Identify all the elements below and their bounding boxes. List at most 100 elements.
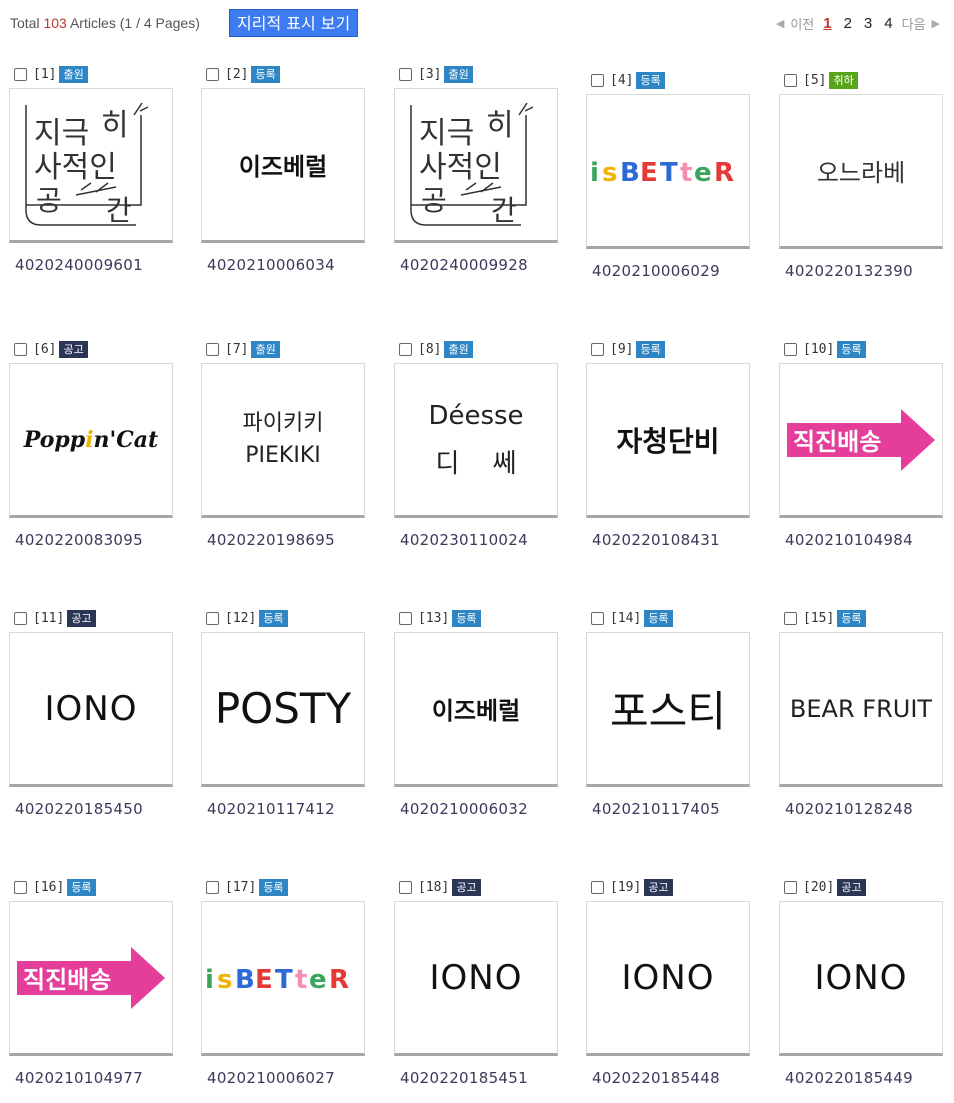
application-number-link[interactable]: 4020210006034 (201, 256, 367, 274)
page-link-1[interactable]: 1 (820, 15, 834, 32)
application-number-link[interactable]: 4020210117412 (201, 800, 367, 818)
total-prefix: Total (10, 15, 44, 31)
trademark-image[interactable]: IONO (586, 901, 750, 1056)
prev-arrow-icon[interactable]: ◀ (776, 17, 784, 30)
select-checkbox[interactable] (399, 342, 412, 356)
select-checkbox[interactable] (784, 73, 797, 87)
trademark-card[interactable]: [4] 등록 i s B E Tt e R 4020210006029 (586, 69, 752, 280)
application-number-link[interactable]: 4020210104977 (9, 1069, 175, 1087)
next-page-link[interactable]: 다음 (902, 14, 926, 33)
page-link-3[interactable]: 3 (861, 15, 875, 32)
application-number-link[interactable]: 4020210006027 (201, 1069, 367, 1087)
application-number-link[interactable]: 4020220108431 (586, 531, 752, 549)
trademark-card[interactable]: [10] 등록 직진배송 4020210104984 (779, 338, 945, 549)
trademark-image[interactable]: isBETteR (201, 901, 365, 1056)
trademark-image[interactable]: 포스티 (586, 632, 750, 787)
trademark-card[interactable]: [17] 등록 i s B E Tt e R 4020210006027 (201, 876, 367, 1087)
trademark-image[interactable]: Poppin'Cat (9, 363, 173, 518)
geo-indication-button[interactable]: 지리적 표시 보기 (229, 9, 359, 37)
item-index: [12] (225, 610, 257, 626)
application-number-link[interactable]: 4020240009601 (9, 256, 175, 274)
trademark-image[interactable]: 이즈베럴 (394, 632, 558, 787)
application-number-link[interactable]: 4020220132390 (779, 262, 945, 280)
svg-text:사적인: 사적인 (419, 150, 502, 185)
trademark-card[interactable]: [3] 출원 지극 히 사적인 공 간 4020240009928 (394, 63, 560, 274)
trademark-card[interactable]: [13] 등록 이즈베럴 4020210006032 (394, 607, 560, 818)
status-badge: 등록 (636, 71, 665, 89)
application-number-link[interactable]: 4020210006032 (394, 800, 560, 818)
total-suffix: Articles (1 / 4 Pages) (66, 15, 200, 31)
application-number-link[interactable]: 4020210128248 (779, 800, 945, 818)
next-arrow-icon[interactable]: ▶ (932, 17, 940, 30)
application-number-link[interactable]: 4020210117405 (586, 800, 752, 818)
application-number-link[interactable]: 4020220185448 (586, 1069, 752, 1087)
trademark-card[interactable]: [20] 공고 IONO 4020220185449 (779, 876, 945, 1087)
svg-text:B: B (235, 965, 255, 995)
select-checkbox[interactable] (591, 342, 604, 356)
trademark-image[interactable]: IONO (779, 901, 943, 1056)
trademark-image[interactable]: POSTY (201, 632, 365, 787)
select-checkbox[interactable] (14, 880, 27, 894)
trademark-image[interactable]: 직진배송 (9, 901, 173, 1056)
trademark-card[interactable]: [18] 공고 IONO 4020220185451 (394, 876, 560, 1087)
trademark-image[interactable]: 직진배송 (779, 363, 943, 518)
trademark-image[interactable]: isBETteR (586, 94, 750, 249)
trademark-image[interactable]: Déesse 디 쎄 (394, 363, 558, 518)
trademark-image[interactable]: IONO (394, 901, 558, 1056)
select-checkbox[interactable] (14, 67, 27, 81)
trademark-image[interactable]: 파이키키 PIEKIKI (201, 363, 365, 518)
application-number-link[interactable]: 4020220198695 (201, 531, 367, 549)
trademark-image[interactable]: 지극 히 사적인 공 간 (9, 88, 173, 243)
trademark-card[interactable]: [11] 공고 IONO 4020220185450 (9, 607, 175, 818)
trademark-card[interactable]: [7] 출원 파이키키 PIEKIKI 4020220198695 (201, 338, 367, 549)
application-number-link[interactable]: 4020220083095 (9, 531, 175, 549)
select-checkbox[interactable] (14, 342, 27, 356)
select-checkbox[interactable] (591, 880, 604, 894)
trademark-card[interactable]: [14] 등록 포스티 4020210117405 (586, 607, 752, 818)
trademark-card[interactable]: [2] 등록 이즈베럴 4020210006034 (201, 63, 367, 274)
prev-page-link[interactable]: 이전 (790, 14, 814, 33)
application-number-link[interactable]: 4020220185449 (779, 1069, 945, 1087)
trademark-card[interactable]: [12] 등록 POSTY 4020210117412 (201, 607, 367, 818)
trademark-card[interactable]: [5] 취하 오느라베 4020220132390 (779, 69, 945, 280)
select-checkbox[interactable] (784, 880, 797, 894)
page-link-4[interactable]: 4 (881, 15, 895, 32)
select-checkbox[interactable] (784, 611, 797, 625)
item-index: [10] (803, 341, 835, 357)
select-checkbox[interactable] (206, 880, 219, 894)
select-checkbox[interactable] (14, 611, 27, 625)
select-checkbox[interactable] (206, 342, 219, 356)
trademark-card[interactable]: [1] 출원 지극 히 사적인 공 간 4020240009601 (9, 63, 175, 274)
trademark-card[interactable]: [8] 출원 Déesse 디 쎄 4020230110024 (394, 338, 560, 549)
select-checkbox[interactable] (591, 611, 604, 625)
select-checkbox[interactable] (399, 611, 412, 625)
trademark-card[interactable]: [16] 등록 직진배송 4020210104977 (9, 876, 175, 1087)
page-link-2[interactable]: 2 (841, 15, 855, 32)
select-checkbox[interactable] (399, 67, 412, 81)
select-checkbox[interactable] (206, 67, 219, 81)
status-badge: 출원 (444, 65, 473, 83)
trademark-image[interactable]: 지극 히 사적인 공 간 (394, 88, 558, 243)
application-number-link[interactable]: 4020240009928 (394, 256, 560, 274)
trademark-image[interactable]: IONO (9, 632, 173, 787)
select-checkbox[interactable] (206, 611, 219, 625)
application-number-link[interactable]: 4020210104984 (779, 531, 945, 549)
trademark-card[interactable]: [9] 등록 자청단비 4020220108431 (586, 338, 752, 549)
trademark-image[interactable]: BEAR FRUIT (779, 632, 943, 787)
application-number-link[interactable]: 4020220185450 (9, 800, 175, 818)
select-checkbox[interactable] (784, 342, 797, 356)
trademark-card[interactable]: [19] 공고 IONO 4020220185448 (586, 876, 752, 1087)
trademark-image[interactable]: 자청단비 (586, 363, 750, 518)
trademark-card[interactable]: [6] 공고 Poppin'Cat 4020220083095 (9, 338, 175, 549)
application-number-link[interactable]: 4020230110024 (394, 531, 560, 549)
svg-text:지극: 지극 (419, 116, 474, 151)
trademark-image[interactable]: 이즈베럴 (201, 88, 365, 243)
svg-text:E: E (255, 965, 273, 995)
status-badge: 공고 (59, 340, 88, 358)
application-number-link[interactable]: 4020210006029 (586, 262, 752, 280)
application-number-link[interactable]: 4020220185451 (394, 1069, 560, 1087)
select-checkbox[interactable] (591, 73, 604, 87)
trademark-image[interactable]: 오느라베 (779, 94, 943, 249)
select-checkbox[interactable] (399, 880, 412, 894)
trademark-card[interactable]: [15] 등록 BEAR FRUIT 4020210128248 (779, 607, 945, 818)
